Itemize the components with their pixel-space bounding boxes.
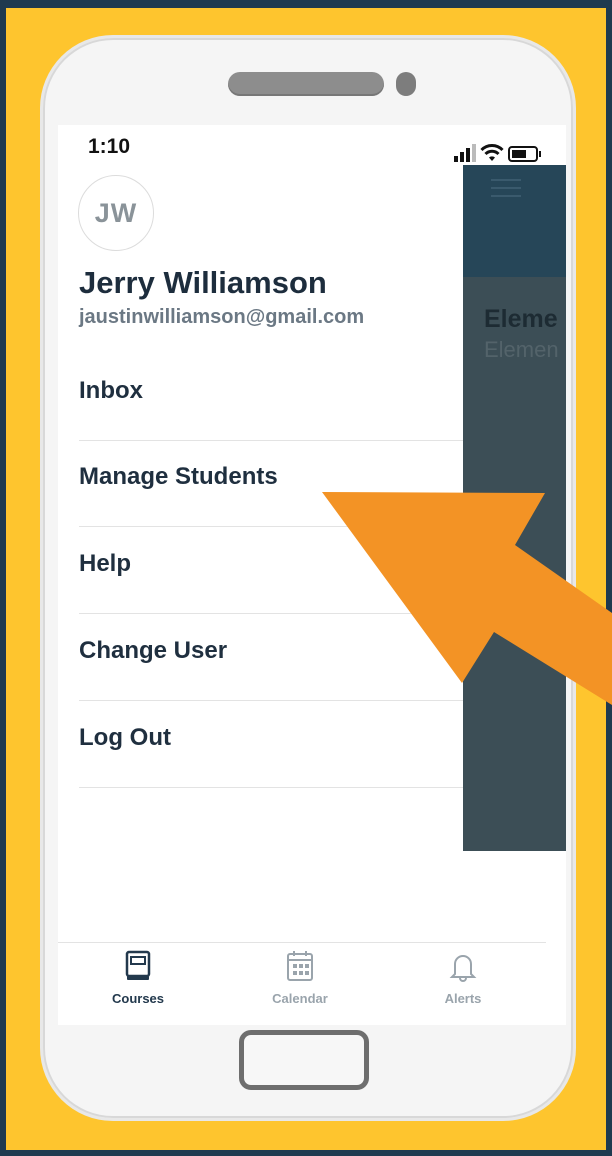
tab-courses[interactable]: Courses bbox=[78, 950, 198, 1006]
avatar: JW bbox=[78, 175, 154, 251]
menu-item-change-user[interactable]: Change User bbox=[79, 615, 463, 701]
tab-label: Calendar bbox=[272, 991, 328, 1006]
background-header bbox=[463, 165, 566, 277]
background-course-subtitle: Elemen bbox=[484, 337, 559, 362]
menu-item-manage-students[interactable]: Manage Students bbox=[79, 441, 463, 527]
status-time: 1:10 bbox=[88, 135, 131, 158]
background-course-title: Eleme bbox=[484, 305, 558, 333]
menu-item-label: Change User bbox=[79, 637, 228, 664]
menu-item-log-out[interactable]: Log Out bbox=[79, 702, 463, 788]
menu-item-label: Log Out bbox=[79, 724, 171, 751]
menu-item-inbox[interactable]: Inbox bbox=[79, 355, 463, 441]
phone-camera bbox=[396, 72, 416, 96]
tab-label: Alerts bbox=[444, 991, 482, 1006]
battery-icon bbox=[508, 146, 541, 162]
menu-item-help[interactable]: Help bbox=[79, 528, 463, 614]
bell-icon bbox=[449, 955, 477, 982]
signal-icon bbox=[454, 144, 476, 162]
tab-alerts[interactable]: Alerts bbox=[403, 950, 523, 1006]
phone-screen: 1:10 Eleme Elemen JW Jerry Williamson ja… bbox=[58, 125, 566, 1025]
user-email: jaustinwilliamson@gmail.com bbox=[79, 306, 365, 328]
tab-label: Courses bbox=[111, 991, 165, 1006]
wifi-icon bbox=[480, 144, 504, 161]
menu-item-label: Inbox bbox=[79, 377, 143, 404]
calendar-icon bbox=[287, 951, 313, 981]
home-button[interactable] bbox=[239, 1030, 369, 1090]
phone-speaker bbox=[228, 72, 384, 96]
tab-calendar[interactable]: Calendar bbox=[240, 950, 360, 1006]
status-icons bbox=[454, 144, 546, 164]
menu-item-label: Manage Students bbox=[79, 463, 278, 490]
background-screen-overlay[interactable]: Eleme Elemen bbox=[463, 165, 566, 851]
book-icon bbox=[125, 950, 151, 980]
menu-item-label: Help bbox=[79, 550, 132, 577]
hamburger-menu-icon[interactable] bbox=[491, 177, 521, 199]
user-name: Jerry Williamson bbox=[79, 265, 327, 300]
tab-bar-divider bbox=[58, 942, 546, 943]
